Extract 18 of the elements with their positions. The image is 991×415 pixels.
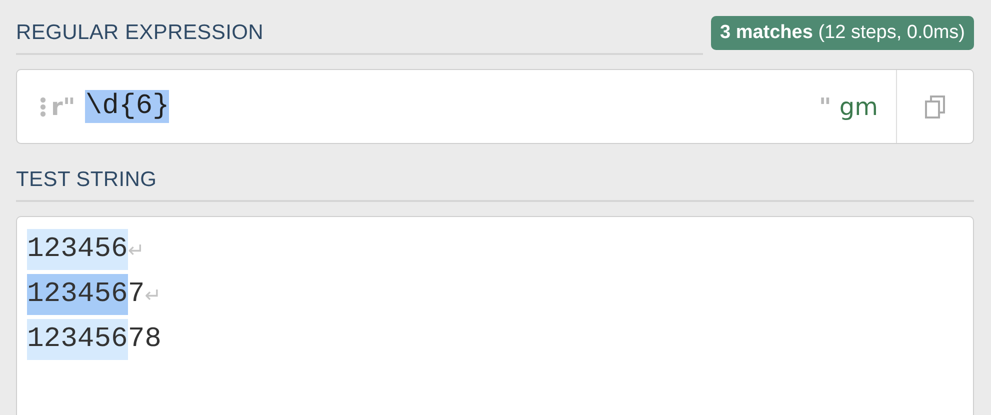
test-string-field[interactable]: 123456↵ 1234567↵ 12345678 <box>16 216 974 415</box>
match-highlight: 123456 <box>27 229 128 270</box>
copy-icon <box>924 94 946 118</box>
line-text: 78 <box>128 324 162 355</box>
section-heading: REGULAR EXPRESSION <box>16 21 264 45</box>
match-highlight: 123456 <box>27 319 128 360</box>
regex-field[interactable]: r" \d{6} " gm <box>16 69 974 144</box>
drag-handle-icon[interactable] <box>40 96 46 116</box>
section-heading: TEST STRING <box>16 168 157 192</box>
match-highlight: 123456 <box>27 274 128 315</box>
match-status-badge: 3 matches (12 steps, 0.0ms) <box>710 16 974 50</box>
delimiter-text: r" <box>51 92 76 120</box>
line-break-mark: ↵ <box>128 238 145 262</box>
delimiter-text: " <box>818 92 832 120</box>
line-text: 7 <box>128 279 145 310</box>
pattern-text: \d{6} <box>85 90 170 123</box>
line-break-mark: ↵ <box>144 282 162 306</box>
flags-text[interactable]: gm <box>839 92 878 120</box>
